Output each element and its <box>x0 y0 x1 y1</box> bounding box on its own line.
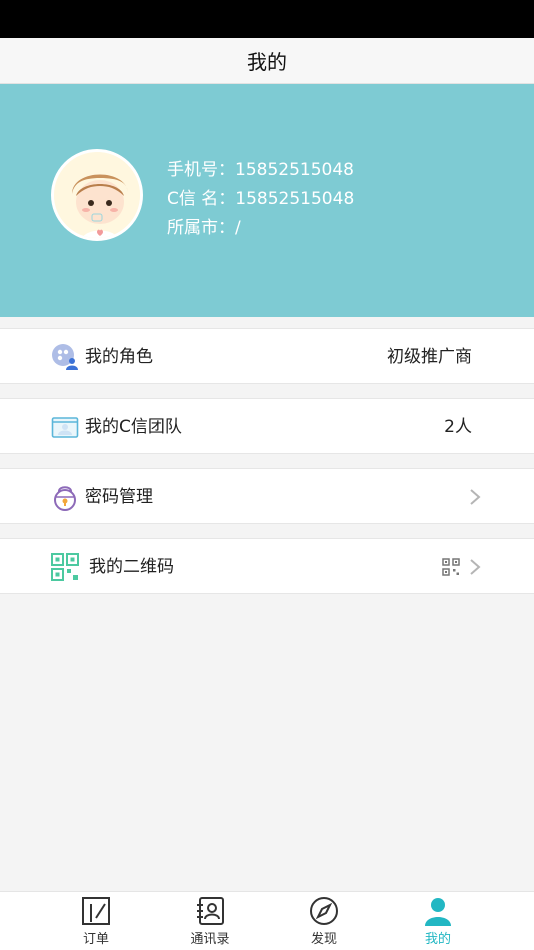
order-icon <box>81 896 111 926</box>
menu-value-role: 初级推广商 <box>387 347 472 367</box>
nav-item-orders[interactable]: 订单 <box>41 892 151 950</box>
city-label: 所属市： <box>167 218 235 238</box>
page-title: 我的 <box>247 50 287 74</box>
cname-row: C信 名：15852515048 <box>167 185 354 214</box>
nav-label-mine: 我的 <box>424 932 451 947</box>
qr-code-small-icon <box>442 558 460 576</box>
menu-label-team: 我的C信团队 <box>85 417 182 437</box>
avatar[interactable] <box>51 149 143 241</box>
compass-icon <box>309 896 339 926</box>
city-value: / <box>235 218 241 238</box>
nav-item-mine[interactable]: 我的 <box>383 892 493 950</box>
profile-info: 手机号：15852515048 C信 名：15852515048 所属市：/ <box>167 156 354 243</box>
nav-item-contacts[interactable]: 通讯录 <box>155 892 265 950</box>
phone-value: 15852515048 <box>235 160 354 180</box>
phone-row: 手机号：15852515048 <box>167 156 354 185</box>
menu-label-role: 我的角色 <box>85 347 153 367</box>
chevron-right-icon <box>468 557 482 577</box>
nav-label-discover: 发现 <box>310 932 337 947</box>
nav-label-contacts: 通讯录 <box>190 932 230 947</box>
menu-item-team[interactable]: 我的C信团队 2人 <box>0 398 534 454</box>
nav-item-discover[interactable]: 发现 <box>269 892 379 950</box>
menu-label-password: 密码管理 <box>85 487 153 507</box>
menu-item-role[interactable]: 我的角色 初级推广商 <box>0 328 534 384</box>
lock-icon <box>51 483 79 511</box>
contacts-icon <box>195 896 225 926</box>
menu-label-qrcode: 我的二维码 <box>89 557 174 577</box>
team-icon <box>51 413 79 441</box>
chevron-right-icon <box>468 487 482 507</box>
menu-value-team: 2人 <box>444 417 472 437</box>
cname-label: C信 名： <box>167 189 236 209</box>
nav-label-orders: 订单 <box>82 932 109 947</box>
bottom-nav: 订单 通讯录 发现 我的 <box>0 891 534 950</box>
menu-item-password[interactable]: 密码管理 <box>0 468 534 524</box>
title-bar: 我的 <box>0 38 534 84</box>
city-row: 所属市：/ <box>167 214 354 243</box>
qr-code-icon <box>51 553 79 581</box>
role-icon <box>51 343 79 371</box>
status-bar <box>0 0 534 38</box>
cname-value: 15852515048 <box>235 189 355 209</box>
menu-item-qrcode[interactable]: 我的二维码 <box>0 538 534 594</box>
person-icon <box>423 896 453 926</box>
phone-label: 手机号： <box>167 160 235 180</box>
